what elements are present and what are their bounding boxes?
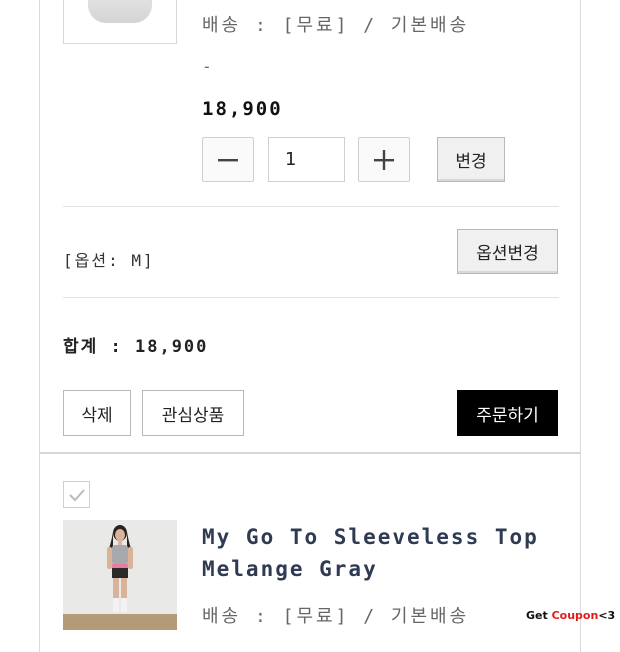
shipping-info: 배송 : [무료] / 기본배송: [202, 606, 470, 627]
cart-item-card: 배송 : [무료] / 기본배송 - 18,900 변경 [옵션: M] 옵션변…: [39, 0, 581, 452]
option-dash: -: [202, 57, 212, 76]
change-quantity-button[interactable]: 변경: [437, 137, 505, 182]
product-thumbnail-pillow[interactable]: [63, 0, 177, 44]
decrease-quantity-button[interactable]: [202, 137, 254, 182]
get-coupon-link[interactable]: Get Coupon<3: [526, 609, 615, 622]
option-label: [옵션: M]: [63, 251, 155, 270]
quantity-input[interactable]: [268, 137, 345, 182]
divider: [63, 297, 559, 298]
pillow-image: [88, 0, 152, 23]
model-photo: [63, 520, 177, 630]
select-item-checkbox[interactable]: [63, 481, 90, 508]
add-to-wishlist-button[interactable]: 관심상품: [142, 390, 244, 436]
increase-quantity-button[interactable]: [358, 137, 410, 182]
plus-icon: [374, 149, 394, 170]
coupon-suffix: <3: [598, 609, 616, 622]
total-amount: 합계 : 18,900: [63, 337, 209, 357]
shipping-info: 배송 : [무료] / 기본배송: [202, 15, 470, 36]
cart-item-card: My Go To Sleeveless Top Melange Gray 배송 …: [39, 452, 581, 652]
delete-button[interactable]: 삭제: [63, 390, 131, 436]
product-name-line1[interactable]: My Go To Sleeveless Top: [202, 521, 539, 553]
product-name-line2[interactable]: Melange Gray: [202, 553, 378, 585]
coupon-highlight: Coupon: [551, 609, 599, 622]
order-button[interactable]: 주문하기: [457, 390, 558, 436]
item-price: 18,900: [202, 98, 283, 120]
product-thumbnail-model[interactable]: [63, 520, 177, 630]
checkmark-icon: [68, 488, 85, 501]
divider: [63, 206, 559, 207]
minus-icon: [218, 158, 238, 161]
change-option-button[interactable]: 옵션변경: [457, 229, 558, 274]
coupon-prefix: Get: [526, 609, 552, 622]
